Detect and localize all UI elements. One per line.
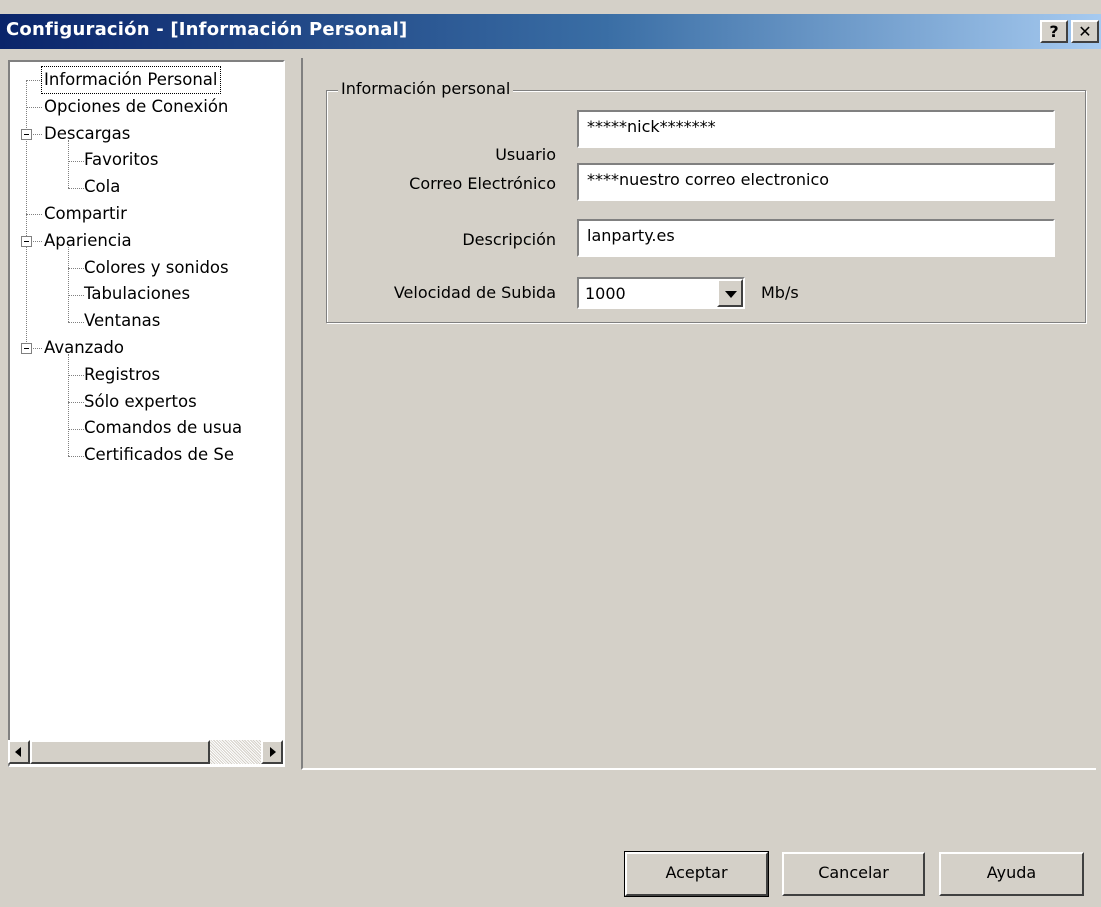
cancel-button[interactable]: Cancelar [782,852,925,896]
tree-item[interactable]: Sólo expertos [10,389,283,415]
tree-item[interactable]: Avanzado [10,335,283,361]
tree-connector [68,187,84,189]
tree-connector [68,321,84,323]
window-title: Configuración - [Información Personal] [6,19,408,40]
scroll-thumb[interactable] [30,740,210,764]
tree-item-label: Opciones de Conexión [44,96,229,116]
description-input[interactable]: lanparty.es [577,219,1055,257]
tree-item[interactable]: Cola [10,174,283,200]
tree-item-label: Apariencia [44,230,132,250]
description-label: Descripción [462,230,556,249]
tree-item-label: Avanzado [44,338,124,357]
tree-connector [68,455,84,457]
user-label: Usuario [495,145,556,164]
tree-item-label: Compartir [44,204,127,223]
tree-item-label: Tabulaciones [84,284,191,304]
tree-item-label: Comandos de usua [84,418,243,438]
scroll-track[interactable] [210,740,261,764]
help-icon: ? [1049,22,1059,41]
tree-horizontal-scrollbar[interactable] [8,740,283,764]
tree-item[interactable]: Comandos de usua [10,415,283,441]
tree-item[interactable]: Descargas [10,121,283,147]
tree-item-label: Certificados de Se [84,445,234,465]
tree-connector [68,294,84,296]
tree-item-label: Favoritos [84,150,159,170]
upload-speed-label: Velocidad de Subida [393,283,556,302]
tree-connector [26,214,42,216]
configuration-dialog: Configuración - [Información Personal] ?… [0,0,1101,907]
tree-item-label: Información Personal [41,66,221,94]
tree-connector [68,160,84,162]
email-input[interactable]: ****nuestro correo electronico [577,163,1055,201]
close-icon: ✕ [1078,22,1092,41]
close-button[interactable]: ✕ [1071,20,1099,43]
tree-connector [26,107,42,109]
upload-speed-select[interactable]: 1000 [577,277,745,309]
tree-item[interactable]: Favoritos [10,147,283,173]
help-title-button[interactable]: ? [1040,20,1068,43]
tree-connector [68,375,84,377]
accept-button[interactable]: Aceptar [624,851,769,897]
tree-item-label: Descargas [44,123,131,143]
tree-connector [68,428,84,430]
settings-tree[interactable]: Información Personal Opciones de Conexión… [8,60,285,767]
scroll-right-button[interactable] [261,740,283,764]
tree-item-label: Colores y sonidos [84,257,229,277]
tree-item[interactable]: Tabulaciones [10,281,283,307]
tree-item[interactable]: Opciones de Conexión [10,94,283,120]
collapse-icon[interactable] [21,343,32,355]
title-bar[interactable]: Configuración - [Información Personal] ?… [0,14,1101,49]
tree-item[interactable]: Registros [10,362,283,388]
tree-connector [26,80,42,82]
tree-item[interactable]: Compartir [10,201,283,227]
user-input[interactable]: *****nick******* [577,110,1055,148]
upload-speed-dropdown-button[interactable] [717,279,743,307]
chevron-down-icon [725,291,737,298]
tree-item[interactable]: Apariencia [10,228,283,254]
tree-item-label: Sólo expertos [84,391,197,411]
tree-item-label: Cola [84,177,121,197]
collapse-icon[interactable] [21,236,32,248]
tree-item[interactable]: Certificados de Se [10,442,283,468]
collapse-icon[interactable] [21,128,32,140]
tree-item-label: Ventanas [84,311,161,331]
tree-connector [68,401,84,403]
tree-item-label: Registros [84,364,161,384]
tree-connector [68,267,84,269]
tree-item[interactable]: Información Personal [10,66,283,94]
scroll-left-button[interactable] [8,740,30,764]
personal-info-group-title: Información personal [338,79,514,98]
upload-speed-unit: Mb/s [761,283,799,302]
help-button[interactable]: Ayuda [939,852,1084,896]
upload-speed-value: 1000 [585,284,626,303]
arrow-left-icon [15,747,21,757]
email-label: Correo Electrónico [409,174,556,193]
tree-item[interactable]: Ventanas [10,308,283,334]
tree-item[interactable]: Colores y sonidos [10,255,283,281]
arrow-right-icon [270,747,276,757]
